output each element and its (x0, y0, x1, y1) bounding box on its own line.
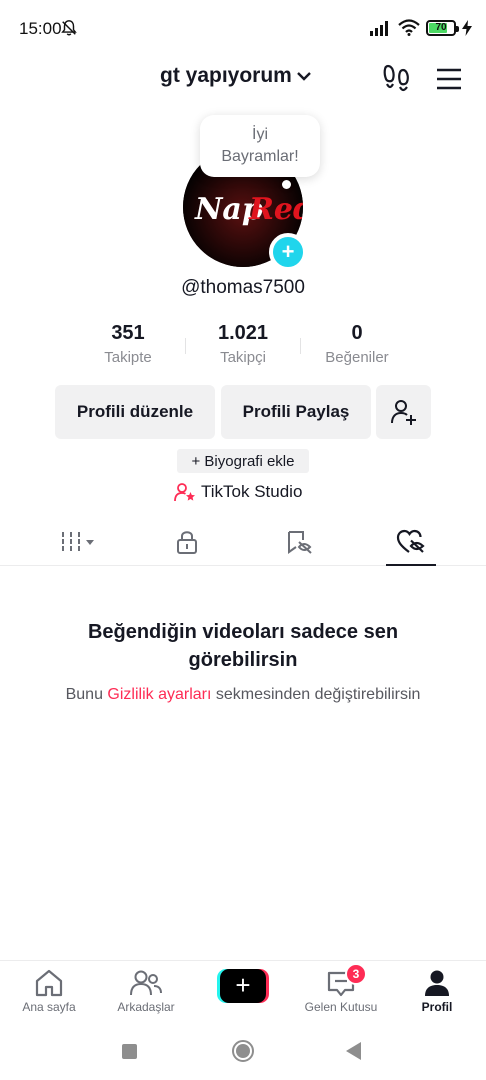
menu-icon[interactable] (435, 66, 463, 92)
add-user-icon (390, 400, 416, 425)
nav-inbox-label: Gelen Kutusu (304, 1000, 378, 1014)
share-profile-button[interactable]: Profili Paylaş (221, 385, 371, 439)
reposts-hidden-icon (288, 531, 312, 554)
stat-followers[interactable]: 1.021 Takipçi (183, 320, 303, 366)
wifi-icon (398, 19, 420, 36)
empty-state-title: Beğendiğin videoları sadece sen görebili… (87, 621, 399, 671)
add-avatar-button[interactable]: + (269, 233, 307, 271)
profile-tabs (0, 518, 486, 566)
tab-videos[interactable] (28, 518, 128, 566)
nav-home-label: Ana sayfa (22, 1000, 76, 1014)
back-button[interactable] (346, 1042, 361, 1060)
username: @thomas7500 (181, 277, 305, 298)
avatar-text-red: Red (248, 192, 303, 227)
stat-label: Beğeniler (325, 349, 389, 366)
empty-state-description: Bunu Gizlilik ayarları sekmesinden değiş… (0, 686, 486, 704)
system-nav-bar (0, 1022, 486, 1080)
edit-profile-button[interactable]: Profili düzenle (55, 385, 215, 439)
videos-grid-icon (62, 532, 94, 552)
desc-prefix: Bunu (65, 686, 108, 703)
privacy-settings-link[interactable]: Gizlilik ayarları (107, 686, 211, 703)
nav-friends[interactable]: Arkadaşlar (101, 961, 191, 1023)
battery-icon: 70 (426, 19, 459, 36)
account-name: gt yapıyorum (160, 64, 292, 87)
status-bar: 15:00 70 (0, 0, 486, 58)
profile-icon (425, 970, 449, 996)
nav-inbox[interactable]: Gelen Kutusu (296, 961, 386, 1023)
note-line-1: İyi (252, 126, 268, 143)
recents-button[interactable] (122, 1044, 137, 1059)
stat-label: Takipçi (220, 349, 266, 366)
tab-reposts[interactable] (250, 518, 350, 566)
plus-icon: + (220, 969, 266, 1003)
private-lock-icon (177, 531, 197, 554)
desc-suffix: sekmesinden değiştirebilirsin (211, 686, 421, 703)
note-line-2: Bayramlar! (221, 148, 299, 165)
home-button[interactable] (232, 1040, 254, 1062)
active-tab-indicator (386, 564, 436, 566)
add-bio-button[interactable]: + Biyografi ekle (177, 449, 309, 473)
battery-tip (456, 25, 459, 32)
signal-icon (370, 20, 388, 36)
bottom-nav: Ana sayfa Arkadaşlar + Gelen Kutusu 3 Pr… (0, 960, 486, 1022)
nav-profile-label: Profil (421, 1000, 453, 1014)
tab-liked[interactable] (361, 518, 461, 566)
stat-likes[interactable]: 0 Beğeniler (297, 320, 417, 366)
bell-off-icon (61, 20, 77, 36)
home-dot (236, 1044, 250, 1058)
status-time: 15:00 (19, 19, 62, 38)
nav-home[interactable]: Ana sayfa (4, 961, 94, 1023)
profile-header: gt yapıyorum (0, 58, 486, 102)
home-icon (35, 969, 63, 997)
studio-label: TikTok Studio (201, 482, 303, 501)
bubble-tail (282, 180, 291, 189)
profile-note-bubble[interactable]: İyi Bayramlar! (200, 115, 320, 189)
stat-following[interactable]: 351 Takipte (68, 320, 188, 366)
footprint-icon[interactable] (383, 63, 411, 93)
stats-row: 351 Takipte 1.021 Takipçi 0 Beğeniler (0, 320, 486, 372)
inbox-badge: 3 (345, 963, 367, 985)
nav-profile[interactable]: Profil (392, 961, 482, 1023)
account-switcher[interactable]: gt yapıyorum (160, 64, 312, 88)
chevron-down-icon (297, 72, 311, 81)
liked-hidden-icon (396, 529, 425, 553)
battery-text: 70 (435, 22, 447, 33)
add-friends-button[interactable] (376, 385, 431, 439)
tab-private[interactable] (137, 518, 237, 566)
tiktok-studio-link[interactable]: TikTok Studio (174, 482, 302, 502)
studio-icon (174, 483, 195, 502)
charging-icon (462, 19, 472, 36)
stat-value: 0 (351, 322, 363, 344)
nav-friends-label: Arkadaşlar (117, 1000, 175, 1014)
friends-icon (130, 970, 162, 996)
create-button[interactable]: + (217, 969, 269, 1003)
stat-value: 351 (111, 322, 145, 344)
stat-label: Takipte (104, 349, 152, 366)
stat-value: 1.021 (217, 322, 269, 344)
